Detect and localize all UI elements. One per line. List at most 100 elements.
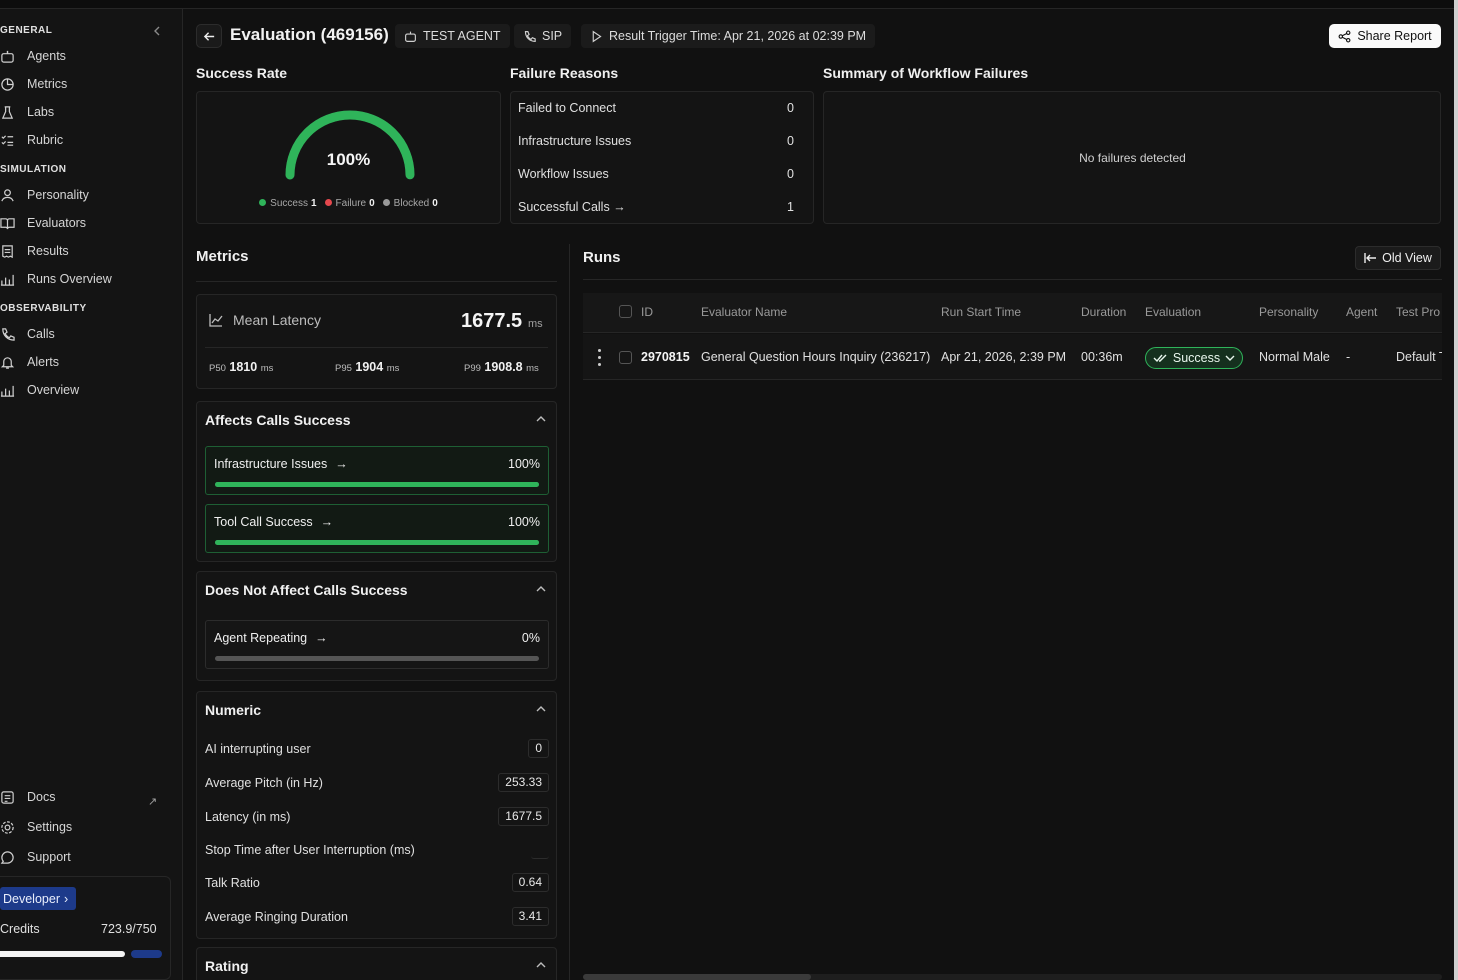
numeric-row: Talk Ratio 0.64 — [205, 873, 549, 892]
col-personality[interactable]: Personality — [1259, 305, 1318, 319]
sidebar-item-label: Support — [27, 850, 71, 864]
success-rate-value: 100% — [326, 150, 371, 169]
share-icon — [1338, 30, 1351, 42]
sidebar-item-settings[interactable]: Settings — [0, 816, 72, 838]
p99-value: P99 1908.8 ms — [464, 360, 539, 374]
arrow-right-icon: → — [613, 200, 626, 214]
old-view-label: Old View — [1382, 251, 1432, 265]
sidebar-item-labs[interactable]: Labs — [0, 101, 54, 123]
sidebar-item-agents[interactable]: Agents — [0, 45, 66, 67]
sidebar-item-label: Alerts — [27, 355, 59, 369]
arrow-left-to-line-icon — [1364, 253, 1377, 263]
phone-icon — [524, 30, 536, 42]
mean-latency-unit: ms — [528, 318, 543, 330]
row-menu-icon[interactable] — [598, 349, 602, 366]
legend-blocked: Blocked 0 — [382, 198, 438, 209]
run-id[interactable]: 2970815 — [641, 350, 690, 364]
sidebar-item-alerts[interactable]: Alerts — [0, 351, 59, 373]
developer-credits-panel: Developer › Credits 723.9/750 — [0, 876, 171, 980]
successful-calls-row[interactable]: Successful Calls → 1 — [518, 200, 794, 214]
agent-chip[interactable]: TEST AGENT — [395, 24, 510, 48]
sidebar-item-label: Personality — [27, 188, 89, 202]
window-top-bar — [0, 0, 1458, 9]
arrow-right-icon: → — [320, 515, 334, 529]
sidebar-item-runs-overview[interactable]: Runs Overview — [0, 268, 112, 290]
bell-icon — [0, 356, 15, 369]
sidebar-item-label: Labs — [27, 105, 55, 119]
sidebar-item-metrics[interactable]: Metrics — [0, 73, 67, 95]
chevron-up-icon[interactable] — [535, 413, 547, 425]
rating-title: Rating — [205, 958, 249, 974]
mean-latency-label: Mean Latency — [209, 312, 321, 328]
collapse-sidebar-icon[interactable] — [152, 25, 162, 37]
scrollbar-thumb[interactable] — [583, 974, 811, 980]
chevron-up-icon[interactable] — [535, 583, 547, 595]
legend-failure: Failure 0 — [324, 198, 375, 209]
trigger-time-chip: Result Trigger Time: Apr 21, 2026 at 02:… — [581, 24, 876, 48]
arrow-right-icon: → — [315, 631, 328, 645]
sip-chip: SIP — [514, 24, 572, 48]
col-evaluation[interactable]: Evaluation — [1145, 305, 1201, 319]
sidebar-item-label: Metrics — [27, 77, 68, 91]
play-icon — [592, 30, 602, 42]
no-failures-text: No failures detected — [1079, 151, 1186, 165]
col-duration[interactable]: Duration — [1081, 305, 1126, 319]
sidebar-item-rubric[interactable]: Rubric — [0, 129, 63, 151]
sidebar-item-personality[interactable]: Personality — [0, 184, 89, 206]
agent-chip-label: TEST AGENT — [423, 29, 501, 43]
metric-agent-repeating[interactable]: Agent Repeating → 0% — [205, 620, 549, 669]
bar-chart-icon — [0, 274, 15, 286]
sidebar-item-label: Overview — [27, 383, 80, 397]
not-affects-success-title: Does Not Affect Calls Success — [205, 582, 408, 598]
numeric-row: AI interrupting user 0 — [205, 739, 549, 758]
evaluation-status-badge[interactable]: Success — [1145, 347, 1243, 369]
flask-icon — [1, 105, 14, 119]
window-edge — [1454, 0, 1458, 980]
receipt-icon — [2, 244, 13, 258]
sidebar-item-overview[interactable]: Overview — [0, 379, 79, 401]
col-agent[interactable]: Agent — [1346, 305, 1377, 319]
sidebar-item-docs[interactable]: Docs — [0, 786, 55, 808]
col-id[interactable]: ID — [641, 305, 653, 319]
row-checkbox[interactable] — [619, 351, 632, 364]
sidebar-item-calls[interactable]: Calls — [0, 323, 55, 345]
sidebar-item-label: Agents — [27, 49, 66, 63]
sidebar-item-support[interactable]: Support — [0, 846, 71, 868]
developer-label: Developer — [3, 891, 60, 906]
arrow-right-icon: → — [335, 457, 348, 471]
evaluation-status-label: Success — [1172, 351, 1221, 365]
chevron-up-icon[interactable] — [535, 959, 547, 971]
credits-label: Credits — [0, 922, 40, 936]
sidebar-item-results[interactable]: Results — [0, 240, 69, 262]
horizontal-scrollbar[interactable] — [583, 974, 1442, 980]
failure-row: Workflow Issues 0 — [518, 167, 794, 181]
run-start-time: Apr 21, 2026, 2:39 PM — [941, 350, 1067, 364]
phone-icon — [2, 327, 15, 341]
sidebar-item-label: Docs — [27, 790, 56, 804]
old-view-button[interactable]: Old View — [1355, 246, 1441, 270]
numeric-row: Average Pitch (in Hz) 253.33 — [205, 773, 549, 792]
numeric-row: Latency (in ms) 1677.5 — [205, 807, 549, 826]
col-run-start-time[interactable]: Run Start Time — [941, 305, 1021, 319]
gear-icon — [1, 820, 14, 834]
developer-button[interactable]: Developer › — [0, 887, 77, 910]
doc-icon — [1, 790, 14, 804]
checklist-icon — [1, 134, 14, 146]
metric-infrastructure-issues[interactable]: Infrastructure Issues → 100% — [205, 446, 549, 495]
chevron-up-icon[interactable] — [535, 703, 547, 715]
external-link-icon: ↗ — [148, 796, 158, 808]
failure-reasons-title: Failure Reasons — [510, 65, 619, 81]
share-report-label: Share Report — [1357, 29, 1432, 43]
metric-progress-bar — [215, 656, 539, 661]
sidebar-item-evaluators[interactable]: Evaluators — [0, 212, 86, 234]
sidebar-item-label: Rubric — [27, 133, 64, 147]
sidebar-item-label: Evaluators — [27, 216, 87, 230]
col-test-profile[interactable]: Test Pro — [1396, 305, 1442, 319]
share-report-button[interactable]: Share Report — [1329, 24, 1441, 48]
metric-tool-call-success[interactable]: Tool Call Success → 100% — [205, 504, 549, 553]
col-evaluator-name[interactable]: Evaluator Name — [701, 305, 787, 319]
chevron-right-icon: › — [63, 891, 69, 906]
bot-icon — [405, 31, 416, 42]
select-all-checkbox[interactable] — [619, 305, 632, 318]
back-button[interactable] — [196, 24, 222, 48]
